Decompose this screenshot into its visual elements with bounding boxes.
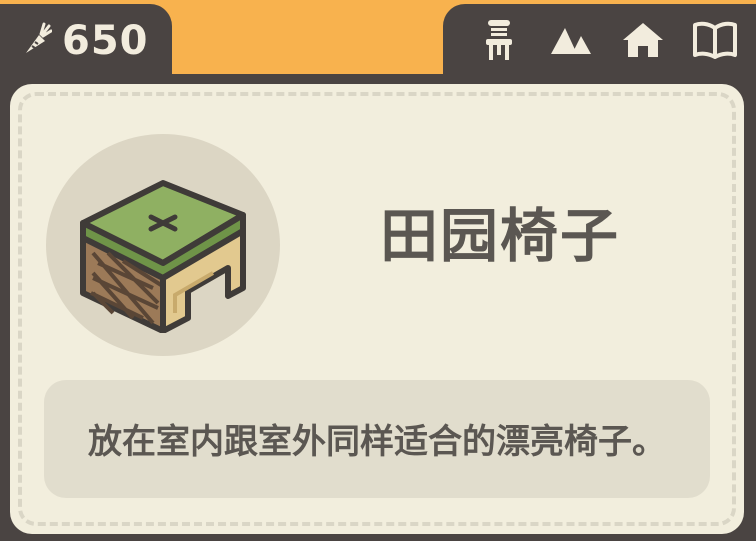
category-nav: [463, 12, 753, 72]
carrot-count: 650: [62, 18, 149, 64]
mountain-icon: [550, 23, 592, 61]
item-icon-circle: [46, 134, 280, 356]
carrot-icon: [22, 22, 53, 60]
home-icon: [621, 21, 665, 63]
book-icon: [692, 20, 738, 64]
item-description: 放在室内跟室外同样适合的漂亮椅子。: [88, 422, 666, 462]
outdoor-tab-button[interactable]: [535, 12, 607, 72]
furniture-tab-button[interactable]: [463, 12, 535, 72]
item-description-box: 放在室内跟室外同样适合的漂亮椅子。: [44, 380, 710, 498]
chair-icon: [482, 18, 516, 66]
album-tab-button[interactable]: [679, 12, 751, 72]
rustic-chair-icon: [63, 153, 263, 337]
currency-display: 650: [22, 14, 149, 68]
item-name: 田园椅子: [379, 202, 620, 270]
home-tab-button[interactable]: [607, 12, 679, 72]
item-detail-panel: 田园椅子 放在室内跟室外同样适合的漂亮椅子。: [10, 84, 744, 534]
